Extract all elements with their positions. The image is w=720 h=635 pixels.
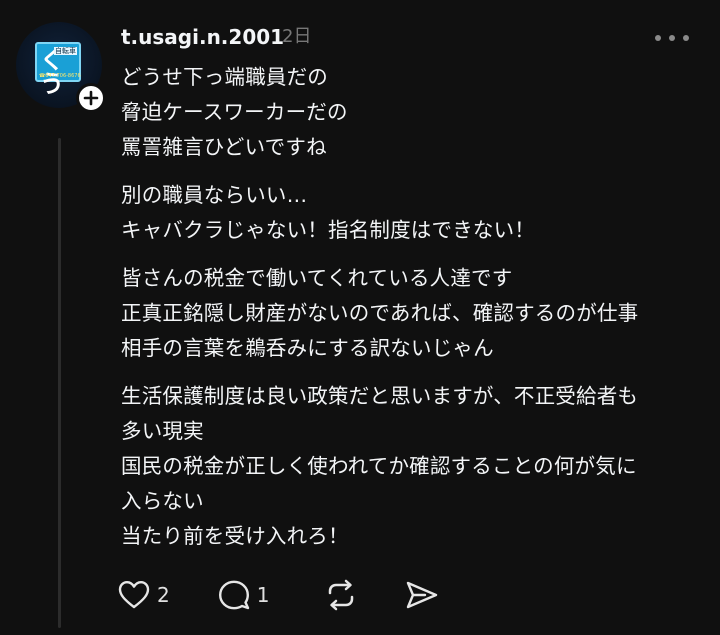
repost-button[interactable] (324, 579, 358, 611)
reply-button[interactable]: 1 (218, 580, 270, 610)
like-count: 2 (157, 583, 170, 607)
repost-icon (329, 579, 354, 611)
thread-line (58, 138, 61, 628)
post-text-line: 国民の税金が正しく使われてか確認することの何が気に (121, 454, 637, 478)
follow-button[interactable] (76, 83, 106, 113)
avatar-sign-logo: くう (40, 46, 64, 98)
post-paragraph: どうせ下っ端職員だの 脅迫ケースワーカーだの 罵詈雑言ひどいですね (121, 60, 711, 165)
username-link[interactable]: t.usagi.n.2001 (121, 23, 284, 51)
heart-icon (118, 581, 150, 609)
post-paragraph: 別の職員ならいい… キャバクラじゃない！指名制度はできない！ (121, 178, 711, 248)
post-text-line: 多い現実 (121, 419, 204, 443)
post-text-line: キャバクラじゃない！指名制度はできない！ (121, 218, 535, 242)
post-text-line: 正真正銘隠し財産がないのであれば、確認するのが仕事 (121, 301, 639, 325)
post-text-line: 当たり前を受け入れろ！ (121, 524, 349, 548)
post-text-line: どうせ下っ端職員だの (121, 65, 328, 89)
avatar-sign: くう 自転車 ☎047-706-8676 (35, 42, 81, 96)
like-button[interactable]: 2 (118, 580, 170, 610)
more-horizontal-icon (655, 35, 661, 41)
post-body: どうせ下っ端職員だの 脅迫ケースワーカーだの 罵詈雑言ひどいですね 別の職員なら… (121, 60, 711, 567)
post-text-line: 脅迫ケースワーカーだの (121, 100, 348, 124)
post-text-line: 別の職員ならいい… (121, 183, 308, 207)
post-actions: 2 1 (118, 575, 439, 615)
post-timestamp[interactable]: 2日 (282, 23, 311, 51)
post-paragraph: 生活保護制度は良い政策だと思いますが、不正受給者も 多い現実 国民の税金が正しく… (121, 379, 711, 554)
more-horizontal-icon-dot (683, 35, 689, 41)
post-text-line: 相手の言葉を鵜呑みにする訳ないじゃん (121, 336, 494, 360)
post-paragraph: 皆さんの税金で働いてくれている人達です 正真正銘隠し財産がないのであれば、確認す… (121, 261, 711, 366)
avatar-sign-phone: ☎047-706-8676 (39, 73, 81, 79)
more-horizontal-icon-dot (669, 35, 675, 41)
post-text-line: 入らない (121, 489, 204, 513)
avatar-container[interactable]: くう 自転車 ☎047-706-8676 (16, 22, 106, 113)
reply-count: 1 (256, 583, 270, 607)
plus-icon (83, 90, 99, 106)
share-button[interactable] (405, 580, 439, 610)
more-options-button[interactable] (655, 28, 689, 48)
avatar-sign-label: 自転車 (54, 47, 77, 55)
send-icon (407, 581, 438, 609)
post-text-line: 皆さんの税金で働いてくれている人達です (121, 266, 513, 290)
post-text-line: 生活保護制度は良い政策だと思いますが、不正受給者も (121, 384, 639, 408)
comment-bubble-icon (218, 580, 249, 610)
thread-post: くう 自転車 ☎047-706-8676 t.usagi.n.2001 2日 ど… (0, 0, 720, 635)
post-text-line: 罵詈雑言ひどいですね (121, 135, 327, 159)
